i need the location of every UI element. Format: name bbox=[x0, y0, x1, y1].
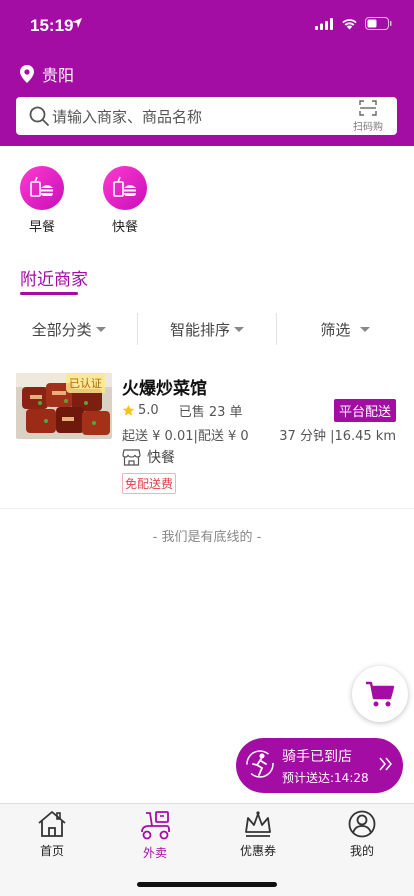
filter-label: 智能排序 bbox=[169, 320, 230, 339]
double-chevron-right-icon bbox=[379, 757, 392, 771]
filter-smart-sort[interactable]: 智能排序 bbox=[138, 319, 275, 340]
category-icon-circle bbox=[103, 166, 147, 210]
tab-takeout[interactable]: 外卖 bbox=[120, 810, 190, 861]
fast-food-icon bbox=[30, 176, 53, 197]
store-icon bbox=[122, 448, 141, 466]
rider-status-text: 骑手已到店 bbox=[282, 749, 352, 765]
section-underline bbox=[20, 292, 78, 295]
category-label: 早餐 bbox=[28, 220, 55, 235]
tab-profile[interactable]: 我的 bbox=[327, 810, 397, 859]
shop-name: 火爆炒菜馆 bbox=[122, 379, 207, 399]
scooter-icon bbox=[141, 811, 170, 840]
scan-icon bbox=[359, 99, 377, 116]
battery-icon bbox=[365, 17, 392, 30]
header: 15:19 贵阳 请输入商家、商品名称 扫码购 bbox=[0, 0, 414, 146]
rider-eta-text: 预计送达:14:28 bbox=[282, 771, 369, 785]
filter-label: 全部分类 bbox=[31, 320, 92, 339]
status-indicators bbox=[315, 17, 392, 30]
filter-label: 筛选 bbox=[320, 320, 351, 339]
location-pin-icon bbox=[20, 65, 34, 83]
filter-screen[interactable]: 筛选 bbox=[277, 319, 414, 340]
sold-count: 已售 23 单 bbox=[178, 405, 243, 420]
fast-food-icon bbox=[113, 176, 136, 197]
location-selector[interactable]: 贵阳 bbox=[20, 62, 74, 86]
cart-icon bbox=[366, 681, 395, 707]
signal-icon bbox=[315, 17, 333, 30]
verified-tag: 已认证 bbox=[66, 373, 105, 393]
tab-label: 外卖 bbox=[142, 846, 167, 860]
caret-down-icon bbox=[234, 326, 244, 332]
free-delivery-tag: 免配送费 bbox=[122, 473, 177, 494]
shop-type-label: 快餐 bbox=[147, 450, 175, 466]
caret-down-icon bbox=[360, 326, 371, 332]
tab-label: 首页 bbox=[39, 844, 64, 858]
rating-row: 5.0 已售 23 单 bbox=[122, 401, 243, 420]
category-breakfast[interactable]: 早餐 bbox=[19, 166, 65, 235]
status-time: 15:19 bbox=[30, 16, 74, 35]
category-fast-food[interactable]: 快餐 bbox=[102, 166, 148, 235]
delivery-fees: 起送 ¥ 0.01|配送 ¥ 0 bbox=[122, 429, 249, 444]
delivery-badge: 平台配送 bbox=[333, 399, 396, 422]
scan-button[interactable]: 扫码购 bbox=[345, 99, 391, 133]
shop-type: 快餐 bbox=[122, 447, 175, 467]
caret-down-icon bbox=[95, 326, 106, 332]
scan-label: 扫码购 bbox=[353, 121, 383, 133]
tab-label: 优惠券 bbox=[239, 844, 276, 858]
end-of-list-text: - 我们是有底线的 - bbox=[152, 530, 262, 545]
wifi-icon bbox=[342, 18, 357, 29]
search-input[interactable]: 请输入商家、商品名称 bbox=[52, 106, 345, 127]
home-indicator bbox=[137, 882, 277, 887]
category-icon-circle bbox=[20, 166, 64, 210]
search-bar[interactable]: 请输入商家、商品名称 扫码购 bbox=[16, 97, 397, 135]
cart-button[interactable] bbox=[352, 666, 408, 722]
crown-icon bbox=[245, 811, 271, 837]
divider bbox=[0, 508, 414, 509]
rider-status-banner[interactable]: 骑手已到店 预计送达:14:28 bbox=[236, 738, 403, 793]
home-icon bbox=[38, 811, 66, 837]
filter-all-categories[interactable]: 全部分类 bbox=[0, 319, 137, 340]
status-bar: 15:19 bbox=[0, 0, 414, 50]
section-title: 附近商家 bbox=[20, 270, 88, 290]
filter-bar: 全部分类 智能排序 筛选 bbox=[0, 308, 414, 350]
star-icon bbox=[122, 404, 135, 416]
tab-coupons[interactable]: 优惠券 bbox=[223, 810, 293, 859]
rider-icon bbox=[246, 750, 274, 778]
time-distance: 37 分钟 |16.45 km bbox=[279, 429, 396, 444]
category-label: 快餐 bbox=[111, 220, 138, 235]
location-arrow-icon bbox=[72, 18, 82, 28]
shop-rating: 5.0 bbox=[138, 403, 159, 418]
user-icon bbox=[348, 810, 376, 838]
tab-home[interactable]: 首页 bbox=[17, 810, 87, 859]
tab-label: 我的 bbox=[349, 844, 374, 858]
location-label: 贵阳 bbox=[42, 66, 75, 85]
shop-card[interactable]: 已认证 火爆炒菜馆 5.0 已售 23 单 平台配送 起送 ¥ 0.01|配送 … bbox=[0, 365, 414, 507]
search-icon bbox=[29, 106, 49, 126]
